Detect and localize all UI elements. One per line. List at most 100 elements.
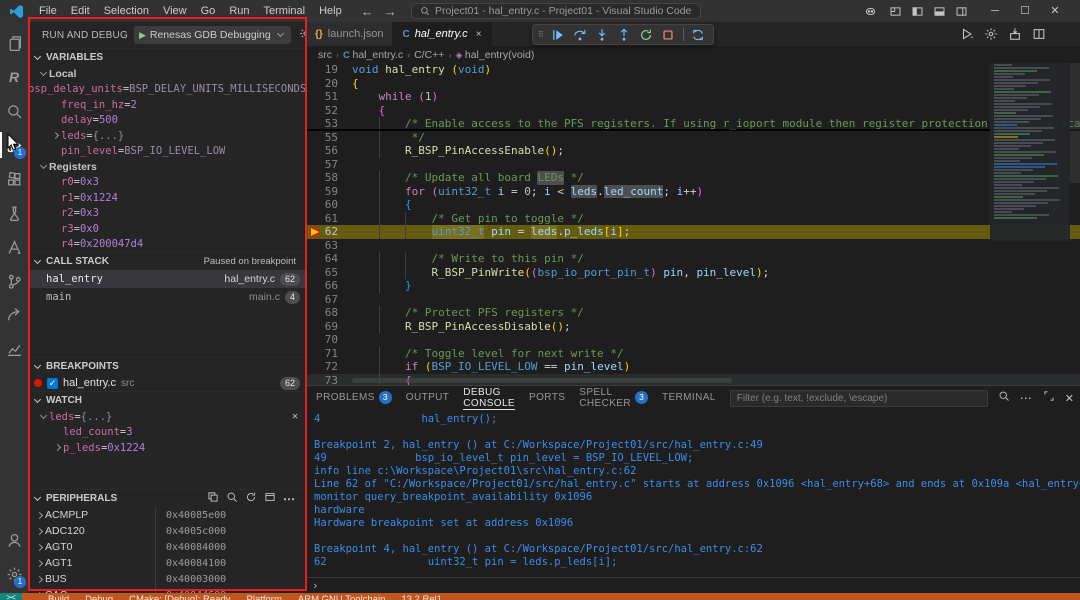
menu-selection[interactable]: Selection [97,0,156,22]
code-line[interactable]: 71/* Toggle level for next write */ [306,347,1080,361]
toggle-secondary-sidebar-icon[interactable] [955,5,968,18]
horizontal-scrollbar[interactable] [352,378,732,383]
code-line[interactable]: 68/* Protect PFS registers */ [306,306,1080,320]
peripheral-row[interactable]: AGT10x40084100 [28,555,306,571]
restart-icon[interactable] [637,26,656,44]
copilot-icon[interactable] [864,5,877,18]
watch-row[interactable]: led_count = 3 [28,425,306,441]
search-icon[interactable] [0,94,28,128]
extensions-icon[interactable] [0,162,28,196]
minimap[interactable] [990,63,1070,241]
code-line[interactable]: 72if (BSP_IO_LEVEL_LOW == pin_level) [306,360,1080,374]
panel-tab-debug-console[interactable]: DEBUG CONSOLE [463,386,515,410]
debug-config-dropdown[interactable]: ▶ Renesas GDB Debugging [134,26,291,44]
watch-header[interactable]: WATCH [28,392,306,409]
code-line[interactable]: 64/* Write to this pin */ [306,252,1080,266]
close-button[interactable]: ✕ [1040,0,1070,22]
peripheral-row[interactable]: AGT00x40084000 [28,539,306,555]
variable-group[interactable]: Local [28,66,306,82]
variable-group[interactable]: Registers [28,159,306,175]
code-line[interactable]: 69R_BSP_PinAccessDisable(); [306,320,1080,334]
debug-console-input[interactable]: › [306,577,1080,593]
peripherals-header[interactable]: PERIPHERALS ⋯ [28,490,306,507]
status-item[interactable]: Platform [247,594,282,600]
step-into-icon[interactable] [593,26,612,44]
peripheral-row[interactable]: ADC1200x4005c000 [28,523,306,539]
more-icon[interactable]: ⋯ [1020,389,1033,407]
minimize-button[interactable]: ─ [980,0,1010,22]
variable-row[interactable]: freq_in_hz = 2 [28,97,306,113]
explorer-icon[interactable] [0,26,28,60]
breadcrumb-item[interactable]: ◈ hal_entry(void) [455,49,534,61]
gear-icon[interactable] [984,27,998,41]
variable-row[interactable]: r0 = 0x3 [28,175,306,191]
step-over-icon[interactable] [571,26,590,44]
variable-row[interactable]: r4 = 0x200047d4 [28,237,306,253]
code-line[interactable]: 61/* Get pin to toggle */ [306,212,1080,226]
search-icon[interactable] [226,491,238,506]
smart-configurator-icon[interactable] [0,298,28,332]
settings-gear-icon[interactable]: 1 [0,557,28,591]
start-debug-icon[interactable]: ▶ [139,30,146,41]
export-icon[interactable] [207,491,219,506]
code-line[interactable]: 70 [306,333,1080,347]
run-debug-icon[interactable]: 1 [0,128,28,162]
status-item[interactable]: ARM GNU Toolchain [298,594,385,600]
stop-icon[interactable] [659,26,678,44]
code-line[interactable]: 56R_BSP_PinAccessEnable(); [306,144,1080,158]
tab-launch.json[interactable]: {}launch.json [306,22,393,46]
toggle-panel-icon[interactable] [933,5,946,18]
debug-settings-gear-icon[interactable] [299,27,306,43]
panel-tab-spell-checker[interactable]: SPELL CHECKER3 [579,386,648,410]
stack-frame[interactable]: mainmain.c4 [28,288,306,306]
code-line[interactable]: 52{ [306,104,1080,118]
call-stack-header[interactable]: CALL STACK Paused on breakpoint [28,253,306,270]
toolbar-drag-handle[interactable]: ⠿ [538,30,545,39]
debug-console-output[interactable]: 4 hal_entry();Breakpoint 2, hal_entry ()… [306,410,1080,577]
expand-icon[interactable] [1043,389,1055,407]
code-line[interactable]: 59for (uint32_t i = 0; i < leds.led_coun… [306,185,1080,199]
customize-layout-icon[interactable] [889,5,902,18]
breadcrumb-item[interactable]: C hal_entry.c [343,49,403,61]
watch-row[interactable]: p_leds = 0x1224 [28,440,306,456]
code-line[interactable]: 60{ [306,198,1080,212]
panel-tab-output[interactable]: OUTPUT [406,386,450,410]
status-item[interactable]: Debug [85,594,113,600]
run-menu-icon[interactable] [960,27,974,41]
arm-tools-icon[interactable] [0,230,28,264]
watch-row[interactable]: leds = {...}✕ [28,409,306,425]
code-line[interactable]: 51while (1) [306,90,1080,104]
stack-frame[interactable]: hal_entryhal_entry.c62 [28,270,306,288]
menu-run[interactable]: Run [222,0,256,22]
reload-icon[interactable] [689,26,708,44]
variables-header[interactable]: VARIABLES [28,49,306,66]
variable-row[interactable]: r2 = 0x3 [28,206,306,222]
menu-go[interactable]: Go [194,0,223,22]
vertical-scrollbar[interactable] [1070,63,1080,183]
code-line[interactable]: 66} [306,279,1080,293]
more-actions-icon[interactable] [1056,27,1070,41]
account-icon[interactable] [0,523,28,557]
code-line[interactable]: 53/* Enable access to the PFS registers.… [306,117,1080,131]
breadcrumb[interactable]: src›C hal_entry.c›C/C++›◈ hal_entry(void… [306,46,1080,63]
remote-indicator[interactable]: >< [0,593,22,600]
variable-row[interactable]: bsp_delay_units = BSP_DELAY_UNITS_MILLIS… [28,82,306,98]
renesas-icon[interactable]: R [0,60,28,94]
breadcrumb-item[interactable]: C/C++ [414,49,444,61]
search-icon[interactable] [998,389,1010,407]
analysis-chart-icon[interactable] [0,332,28,366]
code-editor[interactable]: 19void hal_entry (void)20{51while (1)52{… [306,63,1080,385]
close-icon[interactable]: ✕ [1065,389,1074,407]
flash-download-icon[interactable] [1008,27,1022,41]
status-item[interactable]: 13.2.Rel1 [401,594,442,600]
breadcrumb-item[interactable]: src [318,49,332,61]
variable-row[interactable]: r1 = 0x1224 [28,190,306,206]
menu-edit[interactable]: Edit [64,0,97,22]
source-control-icon[interactable] [0,264,28,298]
variable-row[interactable]: delay = 500 [28,113,306,129]
code-line[interactable]: 65R_BSP_PinWrite((bsp_io_port_pin_t) pin… [306,266,1080,280]
breakpoint-row[interactable]: ✓hal_entry.csrc62 [28,375,306,391]
variable-row[interactable]: r3 = 0x0 [28,221,306,237]
tab-hal_entry.c[interactable]: Chal_entry.c× [393,22,491,46]
more-icon[interactable]: ⋯ [283,492,296,506]
